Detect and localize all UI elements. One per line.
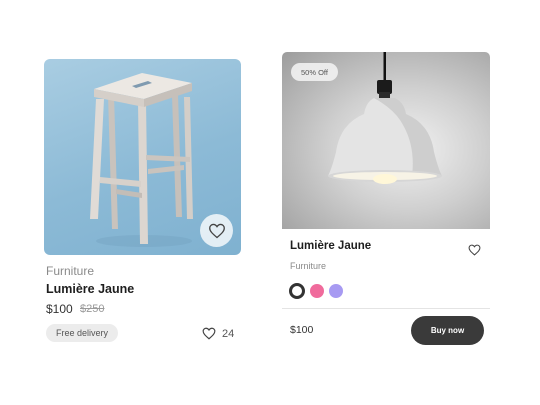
discount-badge: 50% Off [291, 63, 338, 81]
product-title[interactable]: Lumière Jaune [290, 240, 371, 252]
divider [282, 308, 490, 309]
product-card-lamp[interactable]: 50% Off Lumière Jaune Furniture $100 Buy… [282, 52, 490, 352]
buy-now-button[interactable]: Buy now [411, 316, 484, 345]
favorite-button[interactable] [468, 243, 481, 261]
product-card-stool[interactable]: Furniture Lumière Jaune $100 $250 Free d… [44, 59, 241, 359]
like-button[interactable]: 24 [202, 327, 234, 340]
product-category: Furniture [46, 264, 95, 278]
heart-icon [468, 244, 481, 256]
favorite-button[interactable] [200, 214, 233, 247]
color-swatch-white[interactable] [289, 283, 305, 299]
color-swatch-purple[interactable] [329, 284, 343, 298]
product-image-lamp[interactable]: 50% Off [282, 52, 490, 229]
like-count: 24 [222, 327, 235, 340]
product-image-stool[interactable] [44, 59, 241, 255]
product-price: $100 [290, 324, 314, 336]
color-swatches [289, 283, 343, 299]
free-delivery-badge: Free delivery [46, 324, 119, 342]
product-category: Furniture [290, 261, 327, 271]
heart-icon [202, 327, 216, 340]
heart-icon [208, 223, 225, 238]
product-old-price: $250 [80, 303, 105, 315]
product-title[interactable]: Lumière Jaune [46, 282, 134, 296]
product-price: $100 [46, 302, 73, 316]
color-swatch-pink[interactable] [310, 284, 324, 298]
